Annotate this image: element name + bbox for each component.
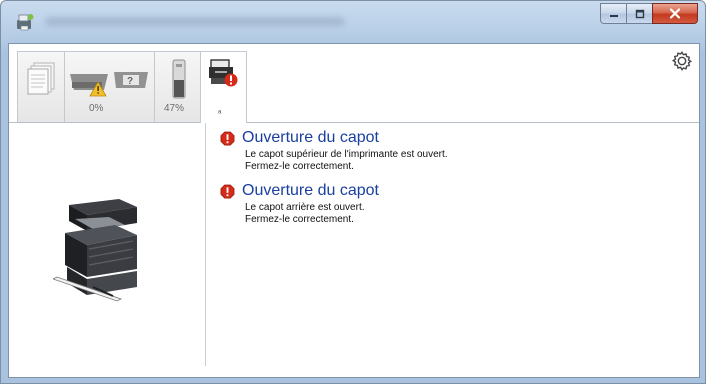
minimize-button[interactable]	[600, 3, 626, 24]
printer-illustration	[53, 199, 137, 302]
tab-device-status[interactable]: ₐ	[200, 51, 247, 123]
tab-toner-warning[interactable]: ? 0%	[64, 51, 156, 122]
tab-device-status-mark: ₐ	[218, 105, 222, 115]
close-icon	[669, 8, 681, 19]
tab-toner-level[interactable]: 47%	[154, 51, 202, 122]
client-area: ? 0% 47% ₐ Ouverture du capot Le capot s…	[8, 43, 700, 378]
alert-detail: Fermez-le correctement.	[245, 214, 354, 225]
printer-alert-icon	[209, 59, 238, 87]
tab-toner-warning-label: 0%	[89, 103, 104, 114]
minimize-icon	[609, 14, 618, 17]
alert-icon	[220, 184, 235, 198]
title-bar[interactable]	[1, 1, 705, 43]
maximize-icon	[635, 9, 644, 18]
tab-paper[interactable]	[17, 51, 66, 122]
paper-stack-icon	[27, 62, 55, 95]
pane-divider	[205, 123, 206, 366]
alert-icon	[220, 131, 235, 145]
toner-warning-icon: ?	[70, 72, 148, 97]
alert-message-list: Ouverture du capot Le capot supérieur de…	[220, 127, 680, 233]
settings-button[interactable]	[671, 50, 693, 72]
status-monitor-window: ? 0% 47% ₐ Ouverture du capot Le capot s…	[0, 0, 706, 384]
status-toolbar: ? 0% 47% ₐ	[9, 44, 699, 123]
caption-buttons	[600, 3, 698, 24]
gear-icon	[671, 51, 693, 71]
alert-detail: Le capot arrière est ouvert.	[245, 202, 365, 213]
window-title	[45, 17, 345, 26]
alert-title: Ouverture du capot	[242, 129, 379, 146]
svg-text:?: ?	[127, 76, 133, 87]
status-pane: Ouverture du capot Le capot supérieur de…	[9, 123, 699, 377]
close-button[interactable]	[652, 3, 698, 24]
alert-message: Ouverture du capot Le capot arrière est …	[220, 180, 680, 226]
toner-cartridge-icon	[172, 59, 186, 99]
alert-detail: Le capot supérieur de l'imprimante est o…	[245, 149, 448, 160]
tab-toner-level-label: 47%	[164, 103, 185, 114]
app-icon	[17, 14, 34, 31]
maximize-button[interactable]	[626, 3, 652, 24]
alert-detail: Fermez-le correctement.	[245, 161, 354, 172]
alert-title: Ouverture du capot	[242, 182, 379, 199]
alert-message: Ouverture du capot Le capot supérieur de…	[220, 127, 680, 173]
